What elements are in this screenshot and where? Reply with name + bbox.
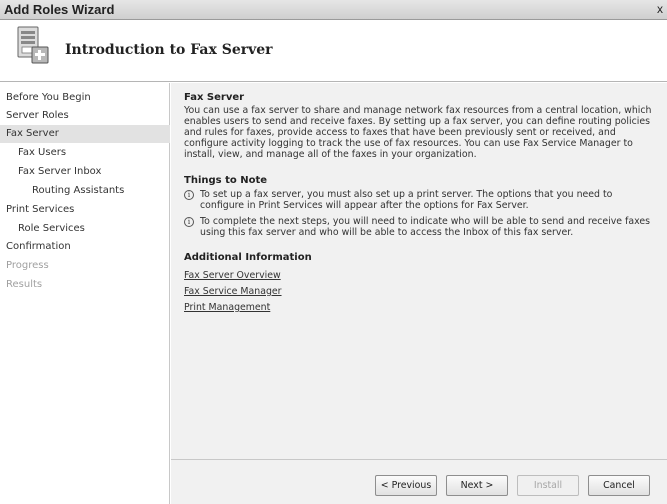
info-icon: i — [184, 190, 194, 200]
previous-button[interactable]: < Previous — [375, 475, 437, 496]
description-text: You can use a fax server to share and ma… — [184, 105, 652, 160]
close-icon[interactable]: x — [653, 0, 667, 20]
wizard-header: Introduction to Fax Server — [0, 20, 667, 82]
footer-divider — [171, 459, 667, 460]
notes-title: Things to Note — [184, 175, 268, 186]
nav-item-fax-server-inbox[interactable]: Fax Server Inbox — [0, 163, 170, 181]
info-icon: i — [184, 217, 194, 227]
next-button[interactable]: Next > — [446, 475, 508, 496]
window-title: Add Roles Wizard — [4, 2, 115, 17]
note-text: To set up a fax server, you must also se… — [200, 189, 613, 211]
main-content: Fax Server You can use a fax server to s… — [171, 83, 667, 504]
note-item: i To complete the next steps, you will n… — [184, 216, 660, 240]
nav-item-print-services[interactable]: Print Services — [0, 201, 170, 219]
additional-info-title: Additional Information — [184, 252, 312, 263]
nav-item-server-roles[interactable]: Server Roles — [0, 107, 170, 125]
nav-item-fax-users[interactable]: Fax Users — [0, 144, 170, 162]
note-item: i To set up a fax server, you must also … — [184, 189, 660, 213]
link-fax-server-overview[interactable]: Fax Server Overview — [184, 270, 281, 281]
server-icon — [17, 26, 49, 64]
page-heading: Introduction to Fax Server — [65, 42, 273, 58]
nav-item-confirmation[interactable]: Confirmation — [0, 238, 170, 256]
nav-item-fax-server[interactable]: Fax Server — [0, 125, 170, 143]
nav-item-before-you-begin[interactable]: Before You Begin — [0, 89, 170, 107]
nav-item-role-services[interactable]: Role Services — [0, 220, 170, 238]
note-text: To complete the next steps, you will nee… — [200, 216, 651, 238]
install-button: Install — [517, 475, 579, 496]
nav-item-results: Results — [6, 279, 43, 290]
section-title: Fax Server — [184, 92, 245, 103]
title-bar: Add Roles Wizard x — [0, 0, 667, 20]
nav-item-progress: Progress — [6, 260, 49, 271]
cancel-button[interactable]: Cancel — [588, 475, 650, 496]
link-print-management[interactable]: Print Management — [184, 302, 270, 313]
link-fax-service-manager[interactable]: Fax Service Manager — [184, 286, 282, 297]
wizard-step-list: Before You Begin Server Roles Fax Server… — [0, 83, 170, 504]
nav-item-routing-assistants[interactable]: Routing Assistants — [0, 182, 170, 200]
